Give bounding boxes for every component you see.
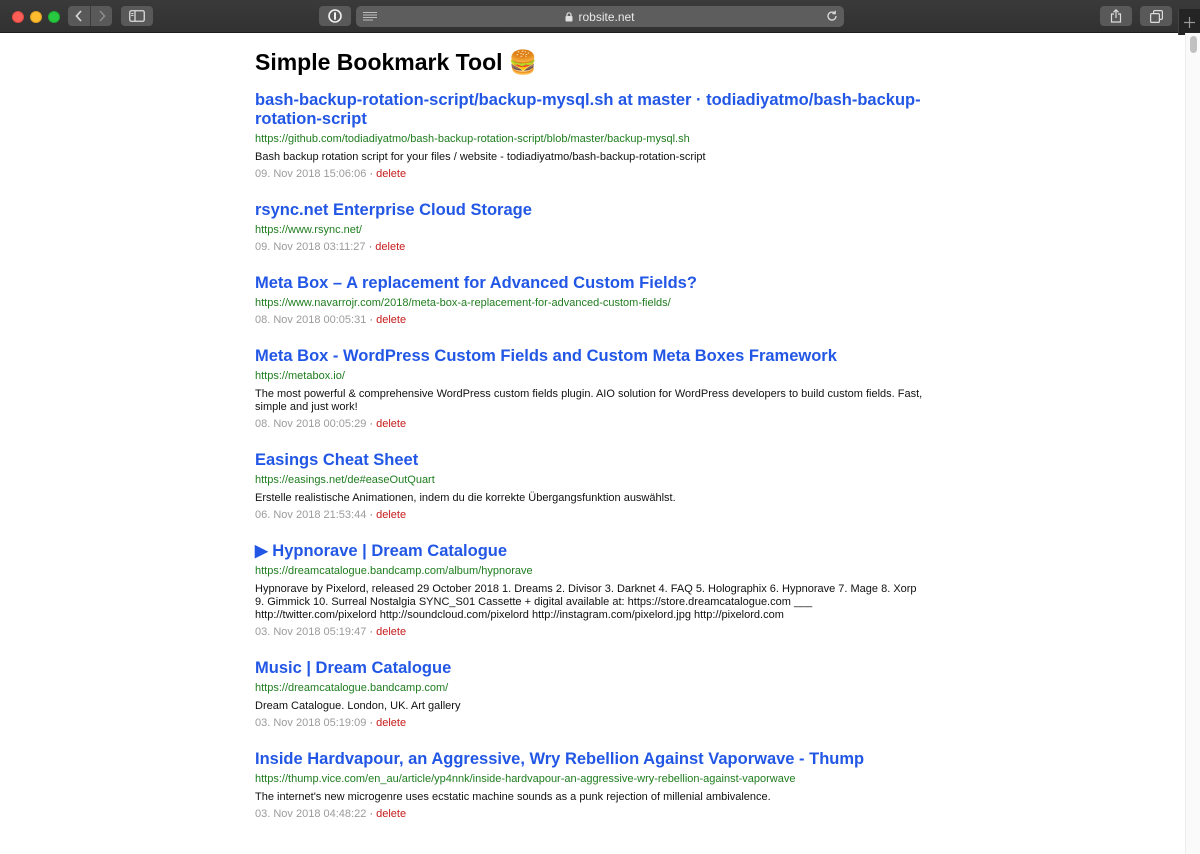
bookmark-title-link[interactable]: Meta Box – A replacement for Advanced Cu… xyxy=(255,274,927,293)
delete-link[interactable]: delete xyxy=(376,168,406,180)
bookmark-date: 06. Nov 2018 21:53:44 xyxy=(255,509,367,521)
new-tab-button[interactable] xyxy=(1178,9,1200,35)
bookmark-meta: 08. Nov 2018 00:05:31 · delete xyxy=(255,314,927,327)
meta-separator: · xyxy=(369,168,374,180)
password-extension-button[interactable] xyxy=(319,6,351,26)
delete-link[interactable]: delete xyxy=(376,314,406,326)
address-display: robsite.net xyxy=(356,6,844,27)
bookmark-url[interactable]: https://easings.net/de#easeOutQuart xyxy=(255,474,927,487)
bookmark-description: Bash backup rotation script for your fil… xyxy=(255,151,706,163)
delete-link[interactable]: delete xyxy=(376,509,406,521)
bookmark-date: 03. Nov 2018 04:48:22 xyxy=(255,808,367,820)
browser-toolbar: robsite.net xyxy=(0,0,1200,33)
bookmark-url[interactable]: https://www.rsync.net/ xyxy=(255,224,927,237)
bookmark-title-link[interactable]: ▶︎ Hypnorave | Dream Catalogue xyxy=(255,542,927,561)
bookmark-title-link[interactable]: rsync.net Enterprise Cloud Storage xyxy=(255,201,927,220)
bookmark-date: 03. Nov 2018 05:19:47 xyxy=(255,626,367,638)
scrollbar-thumb[interactable] xyxy=(1190,36,1197,53)
bookmark-date: 03. Nov 2018 05:19:09 xyxy=(255,717,367,729)
meta-separator: · xyxy=(369,418,374,430)
bookmark-url[interactable]: https://www.navarrojr.com/2018/meta-box-… xyxy=(255,297,927,310)
bookmark-date: 09. Nov 2018 03:11:27 xyxy=(255,241,366,253)
delete-link[interactable]: delete xyxy=(376,626,406,638)
bookmark-date: 08. Nov 2018 00:05:29 xyxy=(255,418,367,430)
bookmark-title-link[interactable]: bash-backup-rotation-script/backup-mysql… xyxy=(255,91,927,129)
meta-separator: · xyxy=(369,717,374,729)
bookmark-meta: 09. Nov 2018 15:06:06 · delete xyxy=(255,168,927,181)
bookmark-meta: 03. Nov 2018 05:19:47 · delete xyxy=(255,626,927,639)
bookmark-title-link[interactable]: Music | Dream Catalogue xyxy=(255,659,927,678)
meta-separator: · xyxy=(368,241,373,253)
delete-link[interactable]: delete xyxy=(376,717,406,729)
bookmark-title-link[interactable]: Meta Box - WordPress Custom Fields and C… xyxy=(255,347,927,366)
meta-separator: · xyxy=(369,626,374,638)
sidebar-toggle-button[interactable] xyxy=(121,6,153,26)
page-content: Simple Bookmark Tool 🍔 bash-backup-rotat… xyxy=(255,48,927,841)
back-button[interactable] xyxy=(68,6,90,26)
chevron-left-icon xyxy=(75,10,82,22)
bookmark-url[interactable]: https://dreamcatalogue.bandcamp.com/albu… xyxy=(255,565,927,578)
bookmark-item: Music | Dream Catalogue https://dreamcat… xyxy=(255,659,927,730)
bookmark-item: Meta Box – A replacement for Advanced Cu… xyxy=(255,274,927,327)
bookmark-item: rsync.net Enterprise Cloud Storage https… xyxy=(255,201,927,254)
reload-icon[interactable] xyxy=(826,10,838,22)
navigation-buttons xyxy=(68,6,112,26)
bookmark-url[interactable]: https://github.com/todiadiyatmo/bash-bac… xyxy=(255,133,927,146)
address-text: robsite.net xyxy=(578,9,635,24)
delete-link[interactable]: delete xyxy=(376,808,406,820)
meta-separator: · xyxy=(369,808,374,820)
tabs-overview-icon xyxy=(1149,9,1163,23)
bookmark-title-link[interactable]: Easings Cheat Sheet xyxy=(255,451,927,470)
bookmark-date: 08. Nov 2018 00:05:31 xyxy=(255,314,367,326)
bookmark-meta: 03. Nov 2018 05:19:09 · delete xyxy=(255,717,927,730)
bookmark-item: Meta Box - WordPress Custom Fields and C… xyxy=(255,347,927,431)
vertical-scrollbar[interactable] xyxy=(1185,33,1200,854)
bookmark-url[interactable]: https://dreamcatalogue.bandcamp.com/ xyxy=(255,682,927,695)
bookmark-list: bash-backup-rotation-script/backup-mysql… xyxy=(255,91,927,821)
bookmark-item: bash-backup-rotation-script/backup-mysql… xyxy=(255,91,927,181)
bookmark-meta: 09. Nov 2018 03:11:27 · delete xyxy=(255,241,927,254)
bookmark-date: 09. Nov 2018 15:06:06 xyxy=(255,168,367,180)
address-bar[interactable]: robsite.net xyxy=(356,6,844,27)
window-close-button[interactable] xyxy=(12,11,24,23)
bookmark-description: The most powerful & comprehensive WordPr… xyxy=(255,388,923,413)
onepassword-icon xyxy=(328,9,342,23)
bookmark-meta: 03. Nov 2018 04:48:22 · delete xyxy=(255,808,927,821)
window-zoom-button[interactable] xyxy=(48,11,60,23)
bookmark-url[interactable]: https://metabox.io/ xyxy=(255,370,927,383)
bookmark-description: Erstelle realistische Animationen, indem… xyxy=(255,492,676,504)
meta-separator: · xyxy=(369,509,374,521)
bookmark-description: Dream Catalogue. London, UK. Art gallery xyxy=(255,700,461,712)
chevron-right-icon xyxy=(98,10,106,22)
meta-separator: · xyxy=(369,314,374,326)
share-icon xyxy=(1110,9,1122,23)
page-title: Simple Bookmark Tool 🍔 xyxy=(255,49,538,75)
window-minimize-button[interactable] xyxy=(30,11,42,23)
share-button[interactable] xyxy=(1100,6,1132,26)
delete-link[interactable]: delete xyxy=(375,241,405,253)
delete-link[interactable]: delete xyxy=(376,418,406,430)
bookmark-item: Inside Hardvapour, an Aggressive, Wry Re… xyxy=(255,750,927,821)
sidebar-icon xyxy=(129,10,145,22)
forward-button[interactable] xyxy=(90,6,112,26)
bookmark-description: The internet's new microgenre uses ecsta… xyxy=(255,791,771,803)
bookmark-url[interactable]: https://thump.vice.com/en_au/article/yp4… xyxy=(255,773,927,786)
bookmark-description: Hypnorave by Pixelord, released 29 Octob… xyxy=(255,583,917,621)
bookmark-meta: 06. Nov 2018 21:53:44 · delete xyxy=(255,509,927,522)
bookmark-meta: 08. Nov 2018 00:05:29 · delete xyxy=(255,418,927,431)
plus-icon xyxy=(1184,16,1195,28)
show-tabs-button[interactable] xyxy=(1140,6,1172,26)
lock-icon xyxy=(565,11,573,21)
bookmark-title-link[interactable]: Inside Hardvapour, an Aggressive, Wry Re… xyxy=(255,750,927,769)
bookmark-item: ▶︎ Hypnorave | Dream Catalogue https://d… xyxy=(255,542,927,639)
bookmark-item: Easings Cheat Sheet https://easings.net/… xyxy=(255,451,927,522)
